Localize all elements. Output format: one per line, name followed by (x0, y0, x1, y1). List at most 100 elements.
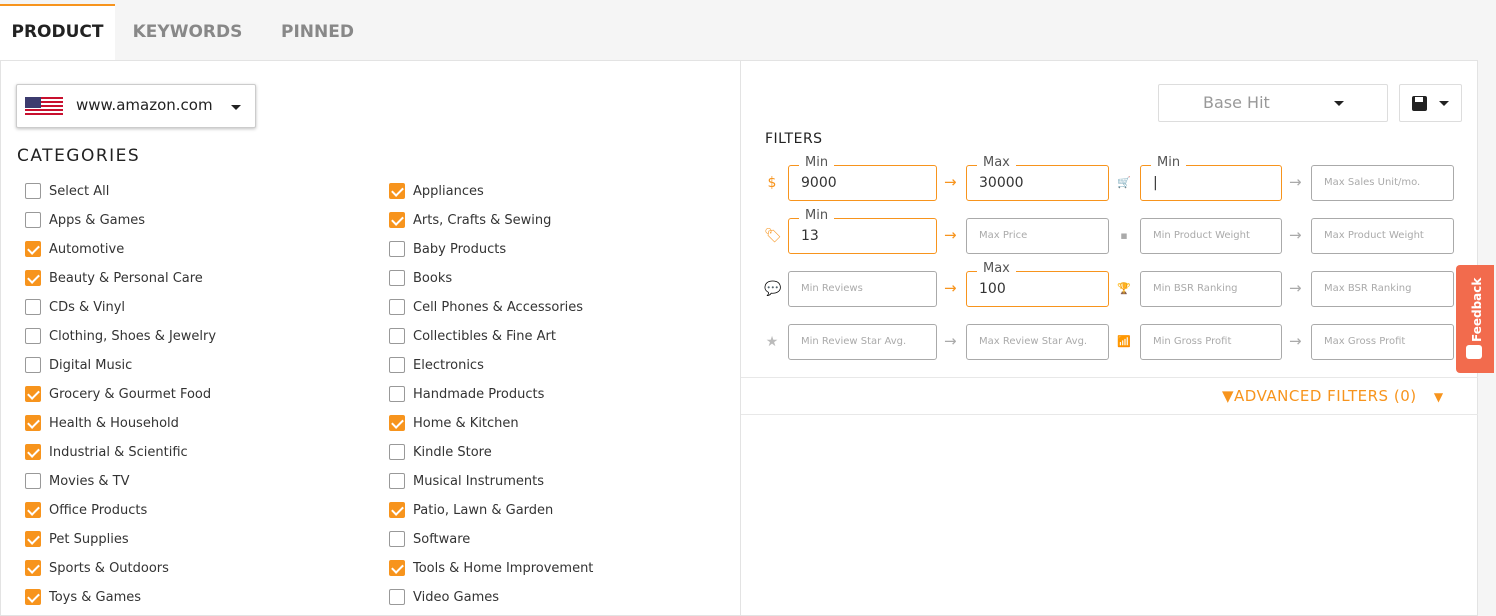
feedback-button[interactable]: Feedback (1456, 265, 1494, 373)
chevron-down-icon (1334, 101, 1344, 106)
category-checkbox[interactable] (389, 589, 405, 605)
category-checkbox[interactable] (389, 270, 405, 286)
category-checkbox[interactable] (389, 560, 405, 576)
category-item[interactable]: Electronics (389, 355, 484, 375)
category-item[interactable]: Tools & Home Improvement (389, 558, 593, 578)
filter-max2-input[interactable]: Max Gross Profit (1311, 324, 1454, 360)
category-checkbox[interactable] (25, 183, 41, 199)
filter-value: 30000 (979, 175, 1024, 191)
category-item[interactable]: Books (389, 268, 452, 288)
category-label: Books (413, 270, 453, 286)
category-item[interactable]: Beauty & Personal Care (25, 268, 203, 288)
divider (741, 377, 1478, 378)
arrow-right-icon: → (1289, 332, 1302, 350)
category-item[interactable]: Automotive (25, 239, 124, 259)
category-checkbox[interactable] (25, 386, 41, 402)
category-label: Video Games (413, 589, 500, 605)
category-checkbox[interactable] (25, 241, 41, 257)
category-checkbox[interactable] (25, 415, 41, 431)
category-checkbox[interactable] (389, 241, 405, 257)
category-item[interactable]: Video Games (389, 587, 499, 607)
category-item[interactable]: Digital Music (25, 355, 132, 375)
category-checkbox[interactable] (25, 444, 41, 460)
category-checkbox[interactable] (25, 212, 41, 228)
category-checkbox[interactable] (389, 502, 405, 518)
category-label: Movies & TV (49, 473, 130, 489)
category-checkbox[interactable] (25, 270, 41, 286)
filter-min-input[interactable]: Min 13 (788, 208, 937, 254)
category-checkbox[interactable] (25, 299, 41, 315)
category-checkbox[interactable] (25, 473, 41, 489)
category-checkbox[interactable] (389, 473, 405, 489)
category-item[interactable]: Musical Instruments (389, 471, 544, 491)
category-checkbox[interactable] (389, 357, 405, 373)
category-checkbox[interactable] (25, 560, 41, 576)
filter-max-input[interactable]: Max Review Star Avg. (966, 324, 1109, 360)
filter-max2-input[interactable]: Max Sales Unit/mo. (1311, 165, 1454, 201)
filter-max-input[interactable]: Max Price (966, 218, 1109, 254)
arrow-right-icon: → (944, 173, 957, 191)
category-item[interactable]: Clothing, Shoes & Jewelry (25, 326, 216, 346)
category-checkbox[interactable] (389, 183, 405, 199)
category-item[interactable]: Handmade Products (389, 384, 544, 404)
category-item[interactable]: Apps & Games (25, 210, 145, 230)
category-label: Software (413, 531, 471, 547)
category-checkbox[interactable] (389, 328, 405, 344)
category-item[interactable]: CDs & Vinyl (25, 297, 125, 317)
filter-min2-input[interactable]: Min | (1140, 155, 1282, 201)
category-checkbox[interactable] (25, 589, 41, 605)
filter-min-input[interactable]: Min Review Star Avg. (788, 324, 937, 360)
category-checkbox[interactable] (389, 531, 405, 547)
category-item[interactable]: Health & Household (25, 413, 179, 433)
advanced-filters-toggle[interactable]: ▼ADVANCED FILTERS (0) ▼ (1222, 387, 1444, 405)
filter-min2-input[interactable]: Min Gross Profit (1140, 324, 1282, 360)
category-item[interactable]: Pet Supplies (25, 529, 129, 549)
category-item[interactable]: Cell Phones & Accessories (389, 297, 583, 317)
category-item[interactable]: Kindle Store (389, 442, 492, 462)
category-checkbox[interactable] (25, 328, 41, 344)
save-preset-button[interactable] (1399, 84, 1462, 122)
marketplace-select[interactable]: www.amazon.com (16, 84, 256, 128)
filter-min2-input[interactable]: Min Product Weight (1140, 218, 1282, 254)
category-item[interactable]: Appliances (389, 181, 484, 201)
arrow-right-icon: → (944, 226, 957, 244)
category-item[interactable]: Industrial & Scientific (25, 442, 188, 462)
category-checkbox[interactable] (25, 531, 41, 547)
category-item[interactable]: Collectibles & Fine Art (389, 326, 556, 346)
category-item[interactable]: Arts, Crafts & Sewing (389, 210, 551, 230)
category-item[interactable]: Home & Kitchen (389, 413, 519, 433)
category-checkbox[interactable] (25, 502, 41, 518)
category-checkbox[interactable] (389, 212, 405, 228)
tab-product[interactable]: PRODUCT (0, 4, 115, 60)
tab-pinned[interactable]: PINNED (270, 4, 365, 60)
category-item[interactable]: Toys & Games (25, 587, 141, 607)
filter-min-input[interactable]: Min 9000 (788, 155, 937, 201)
filter-max2-input[interactable]: Max Product Weight (1311, 218, 1454, 254)
category-item[interactable]: Software (389, 529, 470, 549)
filter-max-input[interactable]: Max 30000 (966, 155, 1109, 201)
filter-min2-input[interactable]: Min BSR Ranking (1140, 271, 1282, 307)
filter-label: Min (799, 208, 835, 224)
category-label: Select All (49, 183, 110, 199)
filter-max-input[interactable]: Max 100 (966, 261, 1109, 307)
category-checkbox[interactable] (389, 386, 405, 402)
category-checkbox[interactable] (389, 299, 405, 315)
category-checkbox[interactable] (25, 357, 41, 373)
category-label: Pet Supplies (49, 531, 129, 547)
preset-select[interactable]: Base Hit (1158, 84, 1388, 122)
category-item[interactable]: Grocery & Gourmet Food (25, 384, 211, 404)
category-checkbox[interactable] (389, 444, 405, 460)
category-item[interactable]: Patio, Lawn & Garden (389, 500, 553, 520)
category-item[interactable]: Office Products (25, 500, 147, 520)
filter-max2-input[interactable]: Max BSR Ranking (1311, 271, 1454, 307)
category-item[interactable]: Movies & TV (25, 471, 129, 491)
tab-keywords[interactable]: KEYWORDS (125, 4, 250, 60)
filter-min-input[interactable]: Min Reviews (788, 271, 937, 307)
category-item[interactable]: Select All (25, 181, 109, 201)
price-tag-icon: 🏷 (764, 228, 782, 244)
filter-placeholder: Max BSR Ranking (1324, 283, 1412, 294)
category-item[interactable]: Baby Products (389, 239, 506, 259)
category-item[interactable]: Sports & Outdoors (25, 558, 169, 578)
category-label: Baby Products (413, 241, 507, 257)
category-checkbox[interactable] (389, 415, 405, 431)
